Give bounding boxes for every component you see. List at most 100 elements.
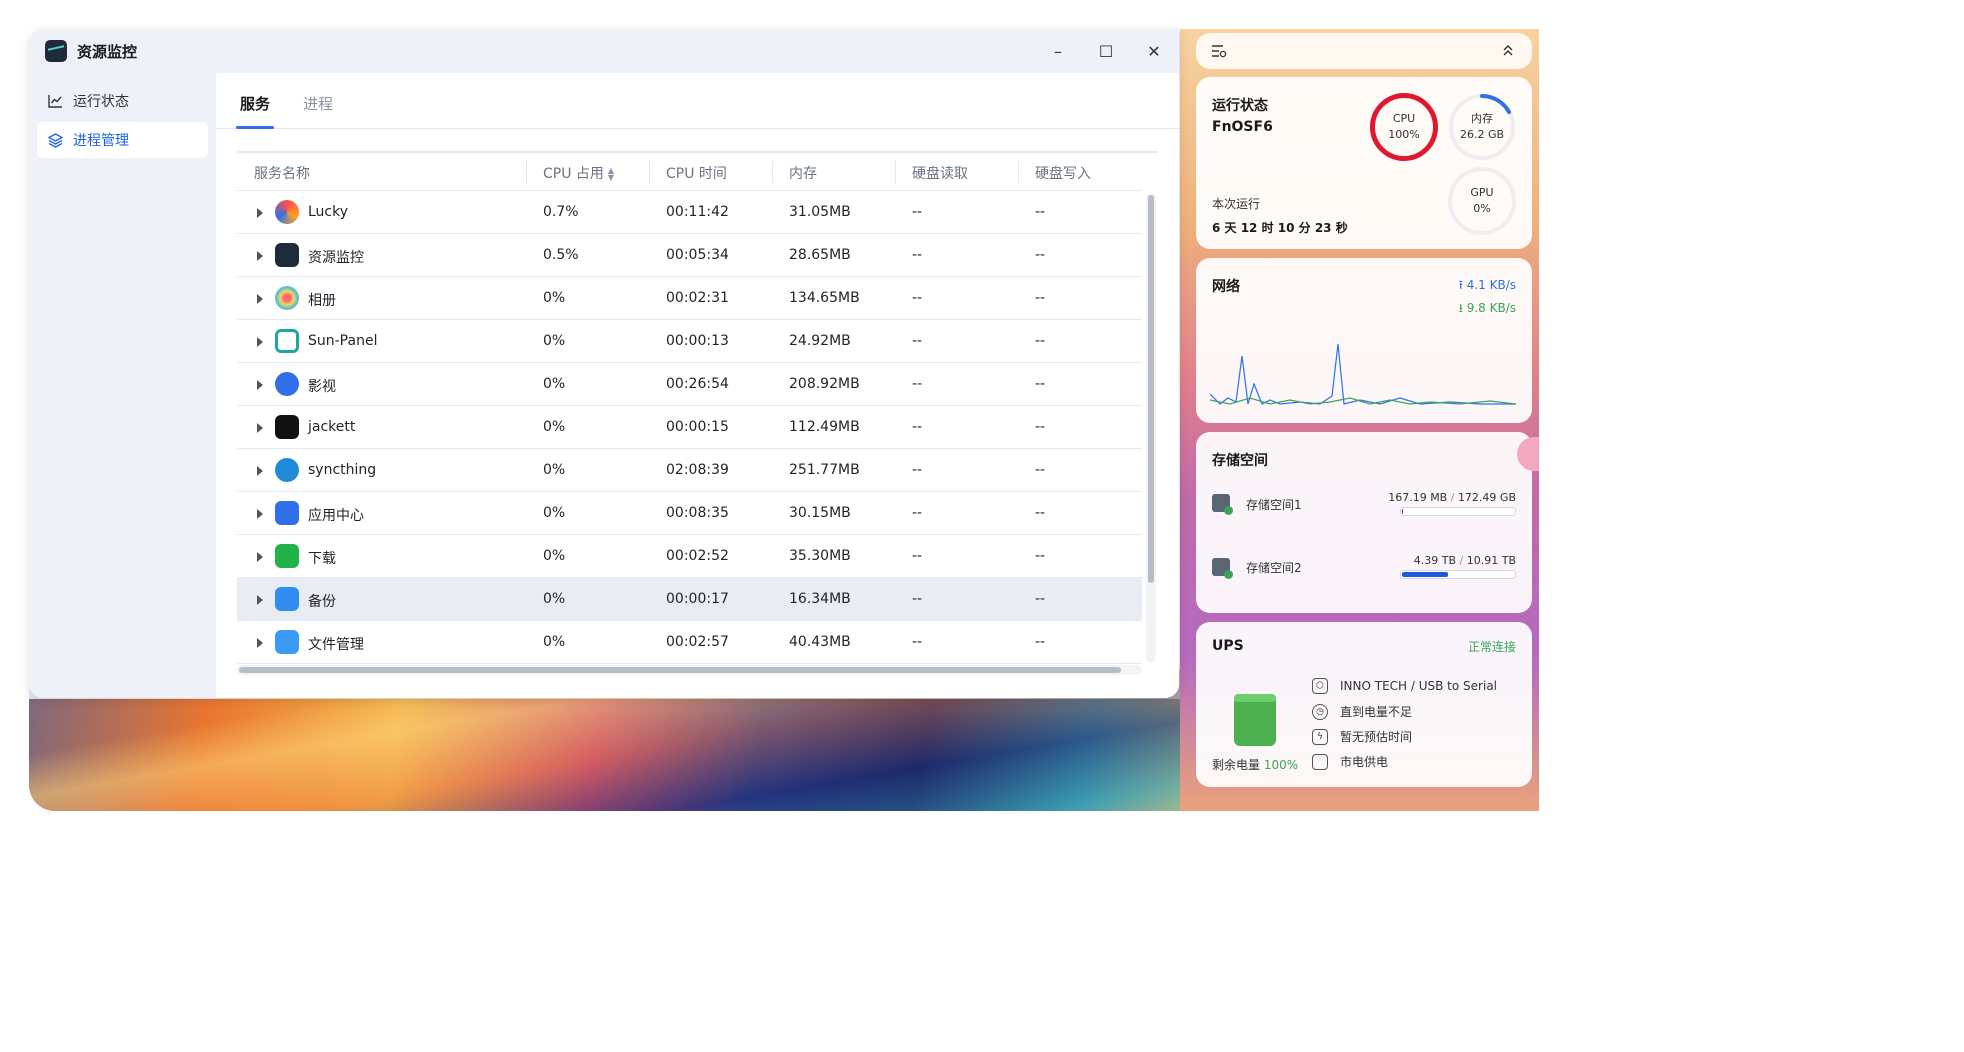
column-header-disk-write[interactable]: 硬盘写入 (1035, 163, 1091, 183)
cell-mem: 28.65MB (789, 247, 851, 263)
expand-caret-icon[interactable] (257, 552, 263, 562)
cell-time: 00:00:15 (666, 419, 729, 435)
column-header-cpu-time[interactable]: CPU 时间 (666, 163, 727, 183)
table-row[interactable]: 下载 0% 00:02:52 35.30MB -- -- (237, 535, 1142, 578)
ups-power-source: 市电供电 (1312, 753, 1388, 770)
cell-time: 00:26:54 (666, 376, 729, 392)
backup-icon (275, 587, 299, 611)
cell-name: 下载 (308, 551, 336, 567)
cell-time: 00:08:35 (666, 505, 729, 521)
gpu-gauge: GPU 0% (1448, 167, 1516, 235)
expand-caret-icon[interactable] (257, 466, 263, 476)
expand-caret-icon[interactable] (257, 509, 263, 519)
horizontal-scrollbar-thumb[interactable] (239, 667, 1121, 673)
table-row[interactable]: 资源监控 0.5% 00:05:34 28.65MB -- -- (237, 234, 1142, 277)
battery-outline-icon (1312, 753, 1328, 770)
layers-icon (47, 132, 63, 148)
syncthing-icon (275, 458, 299, 482)
cell-name: Lucky (308, 204, 349, 220)
cell-name: 应用中心 (308, 508, 364, 524)
cell-name: 相册 (308, 293, 336, 309)
file-manager-icon (275, 630, 299, 654)
minimize-button[interactable]: – (1034, 29, 1082, 73)
storage-total: 10.91 TB (1466, 554, 1516, 567)
memory-gauge-label: 内存 (1471, 112, 1493, 125)
storage-widget[interactable]: 存储空间 存储空间1 167.19 MB / 172.49 GB 存储空间2 4… (1196, 432, 1532, 613)
table-row[interactable]: syncthing 0% 02:08:39 251.77MB -- -- (237, 449, 1142, 492)
sidebar-item-status[interactable]: 运行状态 (37, 83, 208, 119)
table-row[interactable]: Sun-Panel 0% 00:00:13 24.92MB -- -- (237, 320, 1142, 363)
upload-arrow-icon: ⭱ (1458, 278, 1467, 292)
expand-caret-icon[interactable] (257, 294, 263, 304)
disk-icon (1212, 558, 1233, 579)
tab-processes[interactable]: 进程 (303, 93, 333, 114)
vertical-scrollbar[interactable] (1146, 193, 1156, 663)
close-button[interactable]: ✕ (1130, 29, 1178, 73)
memory-gauge-value: 26.2 GB (1459, 128, 1505, 141)
cell-write: -- (1035, 247, 1046, 263)
cell-cpu: 0% (543, 462, 566, 478)
uptime-label: 本次运行 (1212, 197, 1261, 211)
gpu-gauge-value: 0% (1473, 202, 1491, 215)
sidebar-item-process[interactable]: 进程管理 (37, 122, 208, 158)
cell-write: -- (1035, 548, 1046, 564)
services-table: 服务名称 CPU 占用 ▲ ▼ CPU 时间 内存 硬盘读取 硬盘写入 Lucky 0… (237, 151, 1158, 677)
cell-cpu: 0.7% (543, 204, 579, 220)
cell-time: 00:02:57 (666, 634, 729, 650)
cell-read: -- (912, 376, 923, 392)
cell-cpu: 0% (543, 548, 566, 564)
expand-caret-icon[interactable] (257, 337, 263, 347)
cell-time: 00:05:34 (666, 247, 729, 263)
battery-charge-icon: ϟ (1312, 728, 1328, 745)
expand-caret-icon[interactable] (257, 423, 263, 433)
table-row[interactable]: Lucky 0.7% 00:11:42 31.05MB -- -- (237, 191, 1142, 234)
column-header-memory[interactable]: 内存 (789, 163, 817, 183)
column-header-cpu-label: CPU 占用 (543, 166, 604, 182)
table-row[interactable]: 应用中心 0% 00:08:35 30.15MB -- -- (237, 492, 1142, 535)
expand-caret-icon[interactable] (257, 595, 263, 605)
cell-mem: 251.77MB (789, 462, 860, 478)
expand-caret-icon[interactable] (257, 638, 263, 648)
table-row[interactable]: 相册 0% 00:02:31 134.65MB -- -- (237, 277, 1142, 320)
cell-mem: 24.92MB (789, 333, 851, 349)
status-widget[interactable]: 运行状态 FnOSF6 本次运行 6 天 12 时 10 分 23 秒 CPU … (1196, 77, 1532, 249)
ups-estimate-text: 暂无预估时间 (1340, 730, 1413, 744)
table-row[interactable]: 影视 0% 00:26:54 208.92MB -- -- (237, 363, 1142, 406)
cell-mem: 30.15MB (789, 505, 851, 521)
table-row[interactable]: 文件管理 0% 00:02:57 40.43MB -- -- (237, 621, 1142, 664)
storage-widget-title: 存储空间 (1212, 453, 1268, 469)
cell-write: -- (1035, 290, 1046, 306)
cell-read: -- (912, 204, 923, 220)
column-header-cpu[interactable]: CPU 占用 ▲ ▼ (543, 163, 614, 183)
tab-services[interactable]: 服务 (240, 93, 270, 114)
table-row[interactable]: jackett 0% 00:00:15 112.49MB -- -- (237, 406, 1142, 449)
column-header-name[interactable]: 服务名称 (254, 163, 310, 183)
collapse-icon[interactable] (1502, 42, 1514, 61)
maximize-button[interactable]: ☐ (1082, 29, 1130, 73)
vertical-scrollbar-thumb[interactable] (1148, 195, 1154, 583)
expand-caret-icon[interactable] (257, 380, 263, 390)
expand-caret-icon[interactable] (257, 208, 263, 218)
cell-write: -- (1035, 505, 1046, 521)
network-widget[interactable]: 网络 ⭱ 4.1 KB/s ⭳ 9.8 KB/s (1196, 258, 1532, 423)
widget-settings-icon[interactable] (1211, 43, 1227, 62)
download-speed-value: 9.8 KB/s (1466, 301, 1516, 315)
expand-caret-icon[interactable] (257, 251, 263, 261)
cell-write: -- (1035, 333, 1046, 349)
sidebar-item-label: 运行状态 (73, 94, 129, 110)
column-header-disk-read[interactable]: 硬盘读取 (912, 163, 968, 183)
cell-mem: 16.34MB (789, 591, 851, 607)
table-row[interactable]: 备份 0% 00:00:17 16.34MB -- -- (237, 578, 1142, 621)
memory-gauge: 内存 26.2 GB (1448, 93, 1516, 161)
cell-read: -- (912, 548, 923, 564)
cpu-gauge-value: 100% (1388, 128, 1420, 141)
main-content: 服务 进程 服务名称 CPU 占用 ▲ ▼ CPU 时间 内存 硬盘读取 硬盘写入 … (216, 73, 1179, 698)
tab-bar: 服务 进程 (216, 73, 1179, 129)
status-widget-title: 运行状态 (1212, 98, 1268, 114)
upload-speed-value: 4.1 KB/s (1466, 278, 1516, 292)
box-icon: ⬡ (1312, 678, 1328, 694)
storage-usage-fill (1402, 509, 1403, 514)
horizontal-scrollbar[interactable] (237, 665, 1142, 675)
cell-mem: 35.30MB (789, 548, 851, 564)
widget-header-bar (1196, 33, 1532, 69)
